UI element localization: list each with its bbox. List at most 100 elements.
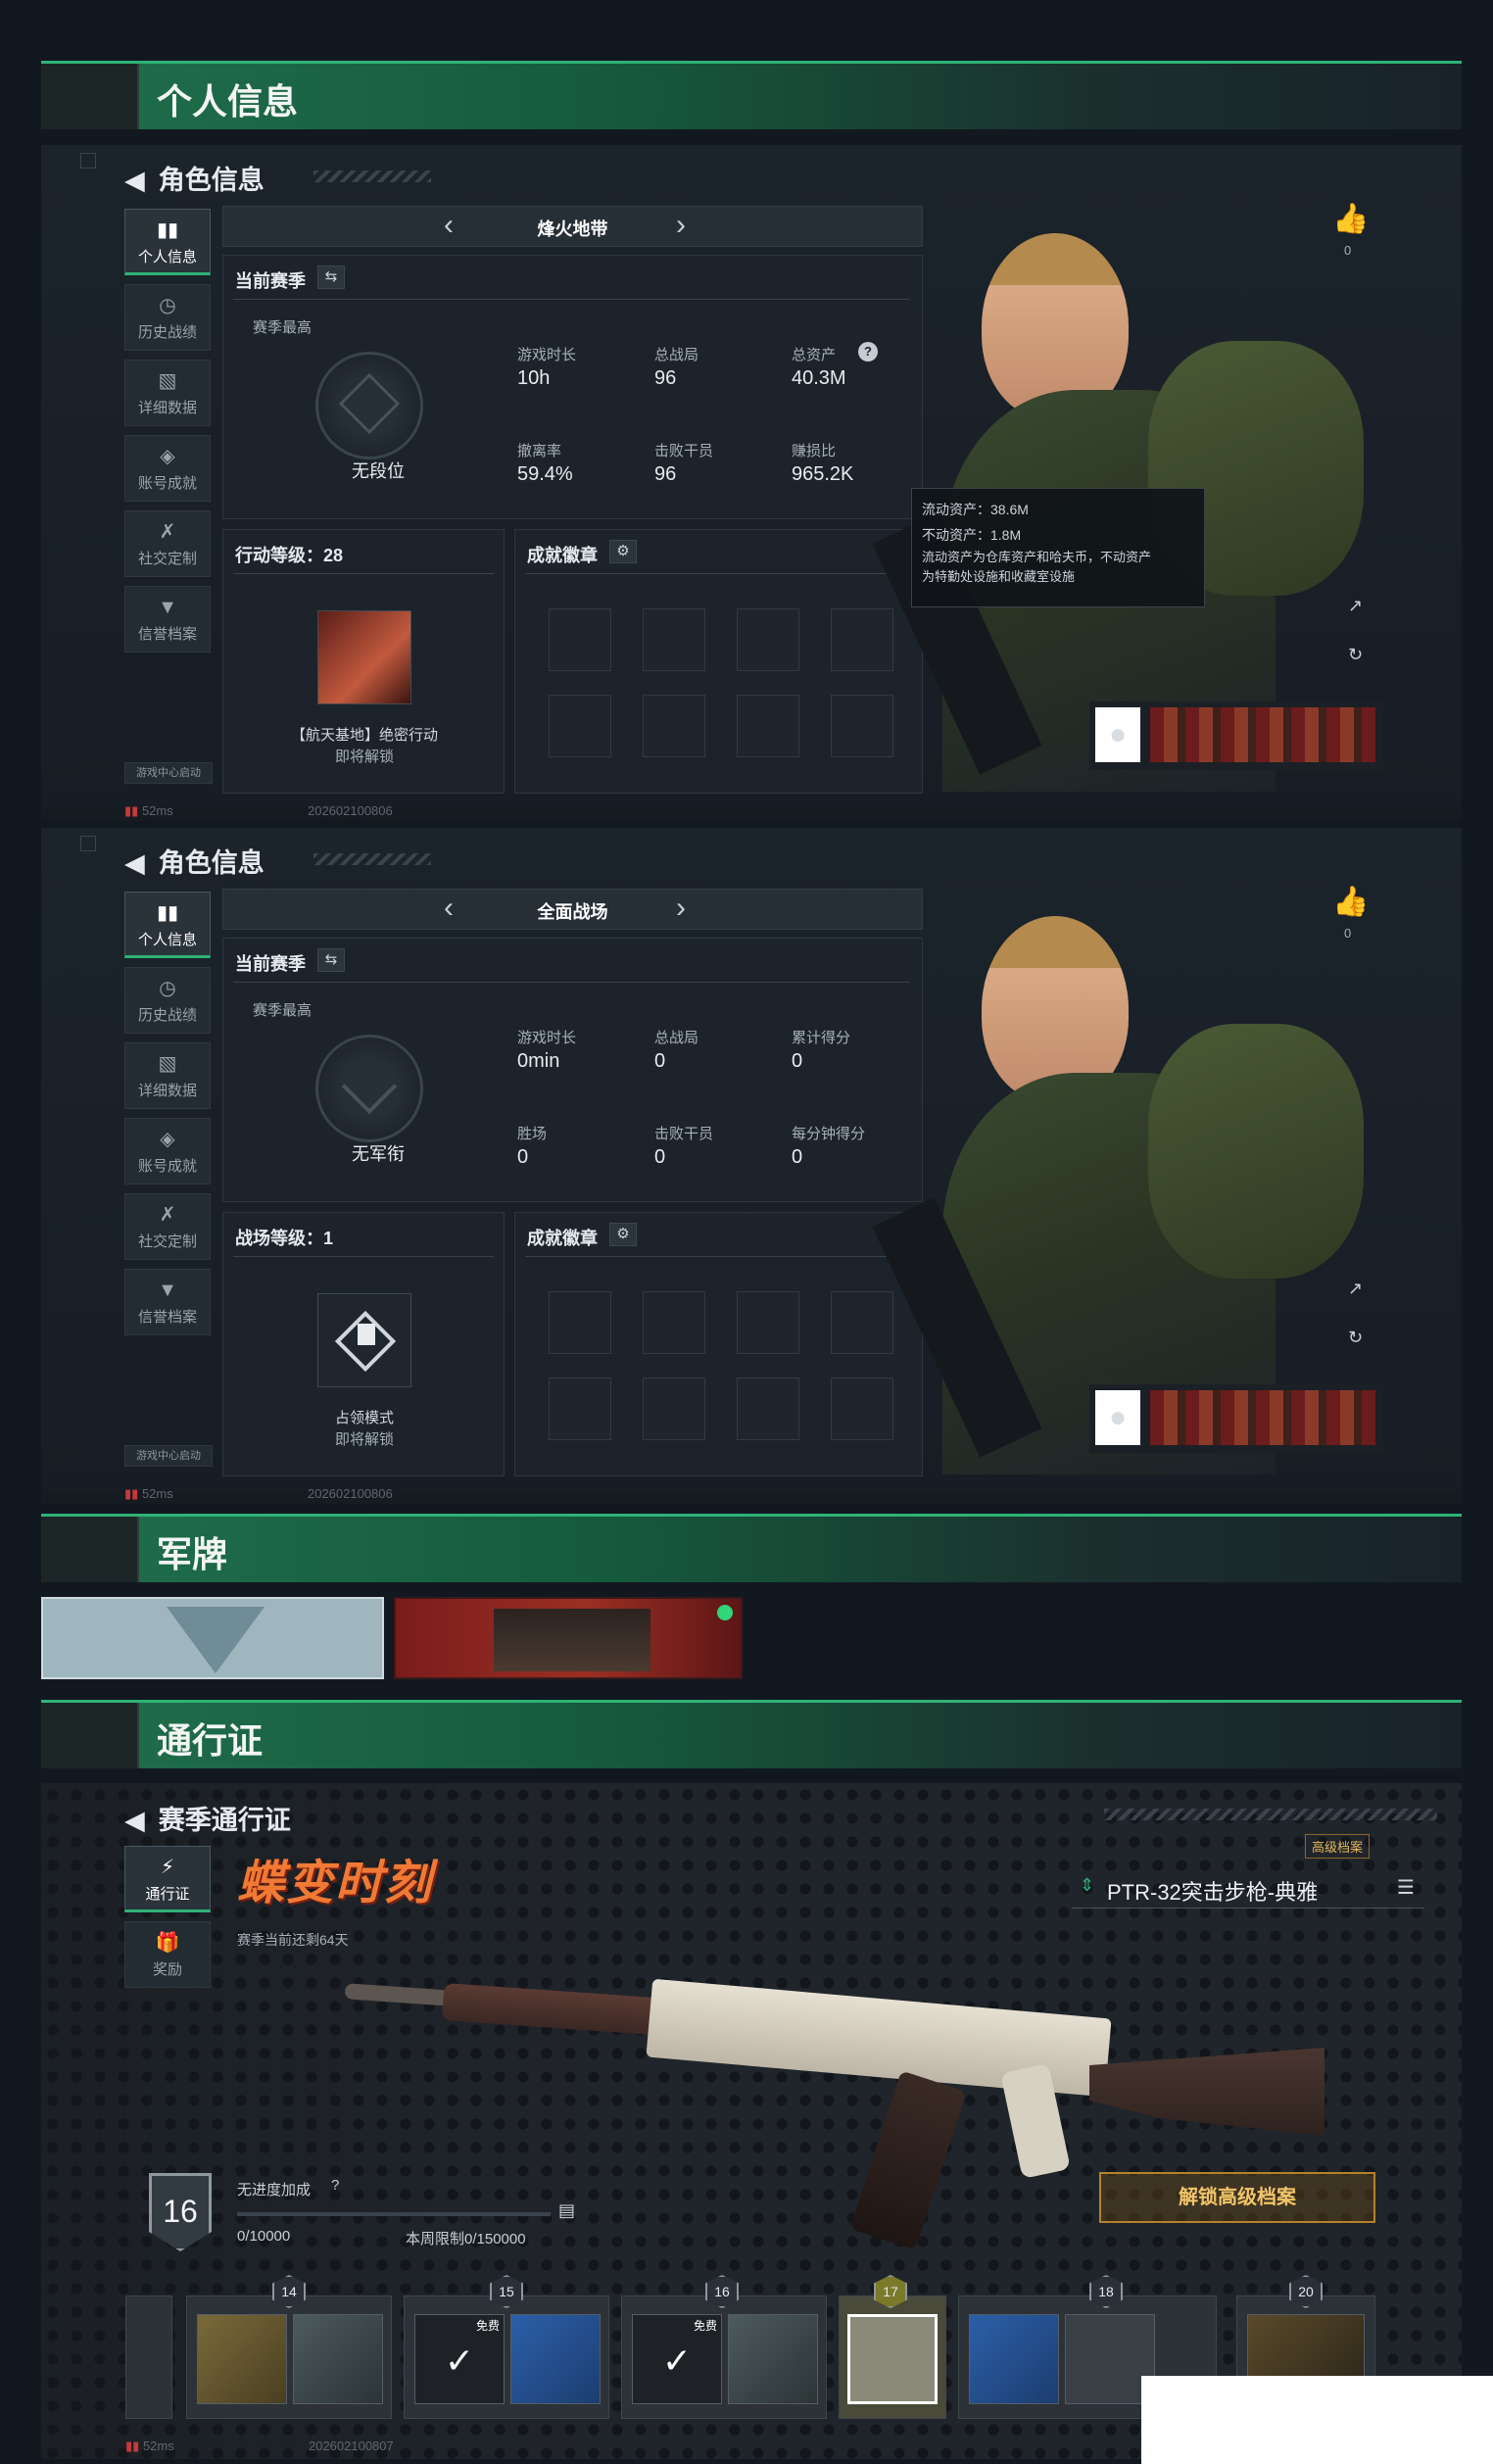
dogtag-card-2[interactable] (394, 1597, 743, 1679)
share-icon[interactable]: ↗ (1348, 596, 1363, 616)
tab-rewards[interactable]: 🎁 奖励 (124, 1921, 211, 1988)
stat-value: 0 (517, 1146, 529, 1168)
corner-mark (80, 153, 96, 169)
reward-item-crate[interactable] (197, 2314, 287, 2404)
sidebar-item-details[interactable]: ▧ 详细数据 (124, 1042, 211, 1109)
qq-penguin-icon: ● (1095, 1390, 1140, 1445)
settings-gear-icon[interactable]: ⚙ (609, 540, 637, 563)
sidebar-item-credit[interactable]: ▼ 信誉档案 (124, 1269, 211, 1335)
sidebar-item-achievements[interactable]: ◈ 账号成就 (124, 1118, 211, 1184)
sidebar-item-social[interactable]: ✗ 社交定制 (124, 1193, 211, 1260)
season-remaining: 赛季当前还剩64天 (237, 1932, 349, 1948)
thumbs-up-icon[interactable]: 👍 (1332, 885, 1369, 919)
game-center-badge[interactable]: 游戏中心启动 (124, 1445, 213, 1467)
reward-item-claimed[interactable]: ✓ 免费 (414, 2314, 505, 2404)
title-hatch (313, 170, 431, 182)
section-header-dogtag: 军牌 (41, 1514, 1462, 1582)
badge-slot[interactable] (831, 695, 893, 757)
stat-label: 赚损比 (792, 443, 837, 459)
dogtag-emblem-icon (167, 1607, 265, 1673)
reward-tile-17[interactable] (839, 2295, 946, 2419)
next-mode-arrow-icon[interactable]: › (676, 892, 686, 925)
boost-label: 无进度加成 (237, 2182, 312, 2198)
settings-gear-icon[interactable]: ⚙ (609, 1223, 637, 1246)
boost-card-icon[interactable]: ▤ (558, 2200, 575, 2221)
role-info-panel-1: ◀ 角色信息 ▮▮ 个人信息 ◷ 历史战绩 ▧ 详细数据 ◈ 账号成就 ✗ 社交定制 ▼ 信誉… (41, 145, 1462, 821)
badge-slot[interactable] (643, 608, 705, 671)
back-arrow-icon[interactable]: ◀ (124, 848, 145, 879)
badge-slot[interactable] (737, 608, 799, 671)
badge-slot[interactable] (549, 608, 611, 671)
thumbs-up-icon[interactable]: 👍 (1332, 202, 1369, 236)
player-card: ● (1089, 701, 1383, 770)
sidebar: ▮▮ 个人信息 ◷ 历史战绩 ▧ 详细数据 ◈ 账号成就 ✗ 社交定制 ▼ 信誉档案 (124, 209, 211, 661)
reward-tile-15[interactable]: ✓ 免费 (404, 2295, 609, 2419)
share-icon[interactable]: ↗ (1348, 1279, 1363, 1299)
reward-item-ticket[interactable] (969, 2314, 1059, 2404)
sidebar-item-personal[interactable]: ▮▮ 个人信息 (124, 892, 211, 958)
stat-value: 0 (792, 1146, 803, 1168)
history-icon: ◷ (159, 978, 176, 999)
reward-item-badge[interactable] (293, 2314, 383, 2404)
badge-slot[interactable] (643, 1377, 705, 1440)
reward-item-badge[interactable] (728, 2314, 818, 2404)
unlock-premium-button[interactable]: 解锁高级档案 (1099, 2172, 1375, 2223)
sidebar-item-social[interactable]: ✗ 社交定制 (124, 510, 211, 577)
badge-slot[interactable] (549, 1377, 611, 1440)
badge-slot[interactable] (549, 695, 611, 757)
reward-tile-13[interactable] (125, 2295, 172, 2419)
badge-slot[interactable] (831, 608, 893, 671)
help-icon[interactable]: ? (858, 342, 878, 362)
corner-mark (80, 836, 96, 851)
badge-slot[interactable] (831, 1291, 893, 1354)
panel-title-text: 角色信息 (158, 166, 265, 195)
reward-tile-16[interactable]: ✓ 免费 (621, 2295, 827, 2419)
build-code: 202602100807 (308, 2439, 394, 2453)
reward-tile-14[interactable] (186, 2295, 392, 2419)
weapon-name-bar[interactable]: ⇕ PTR-32突击步枪-典雅 ☰ (1072, 1869, 1424, 1908)
sidebar-item-credit[interactable]: ▼ 信誉档案 (124, 586, 211, 652)
tab-pass[interactable]: ⚡ 通行证 (124, 1846, 211, 1912)
badge-slot[interactable] (737, 1291, 799, 1354)
sidebar-item-details[interactable]: ▧ 详细数据 (124, 360, 211, 426)
badge-slot[interactable] (643, 695, 705, 757)
badge-box: 成就徽章 ⚙ (514, 529, 923, 794)
sidebar-label: 详细数据 (137, 1083, 197, 1099)
rotate-icon[interactable]: ↻ (1348, 1328, 1363, 1348)
sidebar-item-achievements[interactable]: ◈ 账号成就 (124, 435, 211, 502)
switch-season-icon[interactable]: ⇆ (317, 948, 345, 972)
badge-slot[interactable] (831, 1377, 893, 1440)
badge-slot[interactable] (737, 695, 799, 757)
role-info-panel-2: ◀ 角色信息 ▮▮ 个人信息 ◷ 历史战绩 ▧ 详细数据 ◈ 账号成就 ✗ 社交定制 ▼ 信誉… (41, 828, 1462, 1504)
reward-item-weapon[interactable] (847, 2314, 938, 2404)
sidebar-item-personal[interactable]: ▮▮ 个人信息 (124, 209, 211, 275)
stat-value: 96 (654, 463, 677, 485)
list-icon[interactable]: ☰ (1397, 1875, 1415, 1900)
folder-icon: ▧ (158, 1053, 177, 1075)
badge-slot[interactable] (643, 1291, 705, 1354)
reward-item-ticket[interactable] (510, 2314, 601, 2404)
back-arrow-icon[interactable]: ◀ (124, 166, 145, 196)
player-name-mosaic (1150, 1390, 1375, 1445)
shield-icon: ▼ (158, 597, 177, 618)
mode-tabbar: ‹ 全面战场 › (222, 889, 923, 930)
next-mode-arrow-icon[interactable]: › (676, 209, 686, 242)
level-reward-name: 占领模式 (334, 1410, 394, 1426)
stat-value: 40.3M (792, 367, 846, 389)
badge-slot[interactable] (549, 1291, 611, 1354)
dogtag-card-1[interactable] (41, 1597, 384, 1679)
checkmark-icon: ✓ (661, 2341, 693, 2381)
back-arrow-icon[interactable]: ◀ (124, 1806, 145, 1836)
badge-slot[interactable] (737, 1377, 799, 1440)
sidebar-item-history[interactable]: ◷ 历史战绩 (124, 284, 211, 351)
equipped-dot-icon (717, 1605, 733, 1620)
switch-season-icon[interactable]: ⇆ (317, 266, 345, 289)
sidebar-label: 信誉档案 (137, 1309, 197, 1326)
rotate-icon[interactable]: ↻ (1348, 645, 1363, 665)
reward-item-claimed[interactable]: ✓ 免费 (632, 2314, 722, 2404)
panel-title-text: 角色信息 (158, 848, 265, 878)
boost-help-icon[interactable]: ? (331, 2177, 339, 2194)
game-center-badge[interactable]: 游戏中心启动 (124, 762, 213, 784)
level-reward-image (317, 610, 411, 704)
sidebar-item-history[interactable]: ◷ 历史战绩 (124, 967, 211, 1034)
